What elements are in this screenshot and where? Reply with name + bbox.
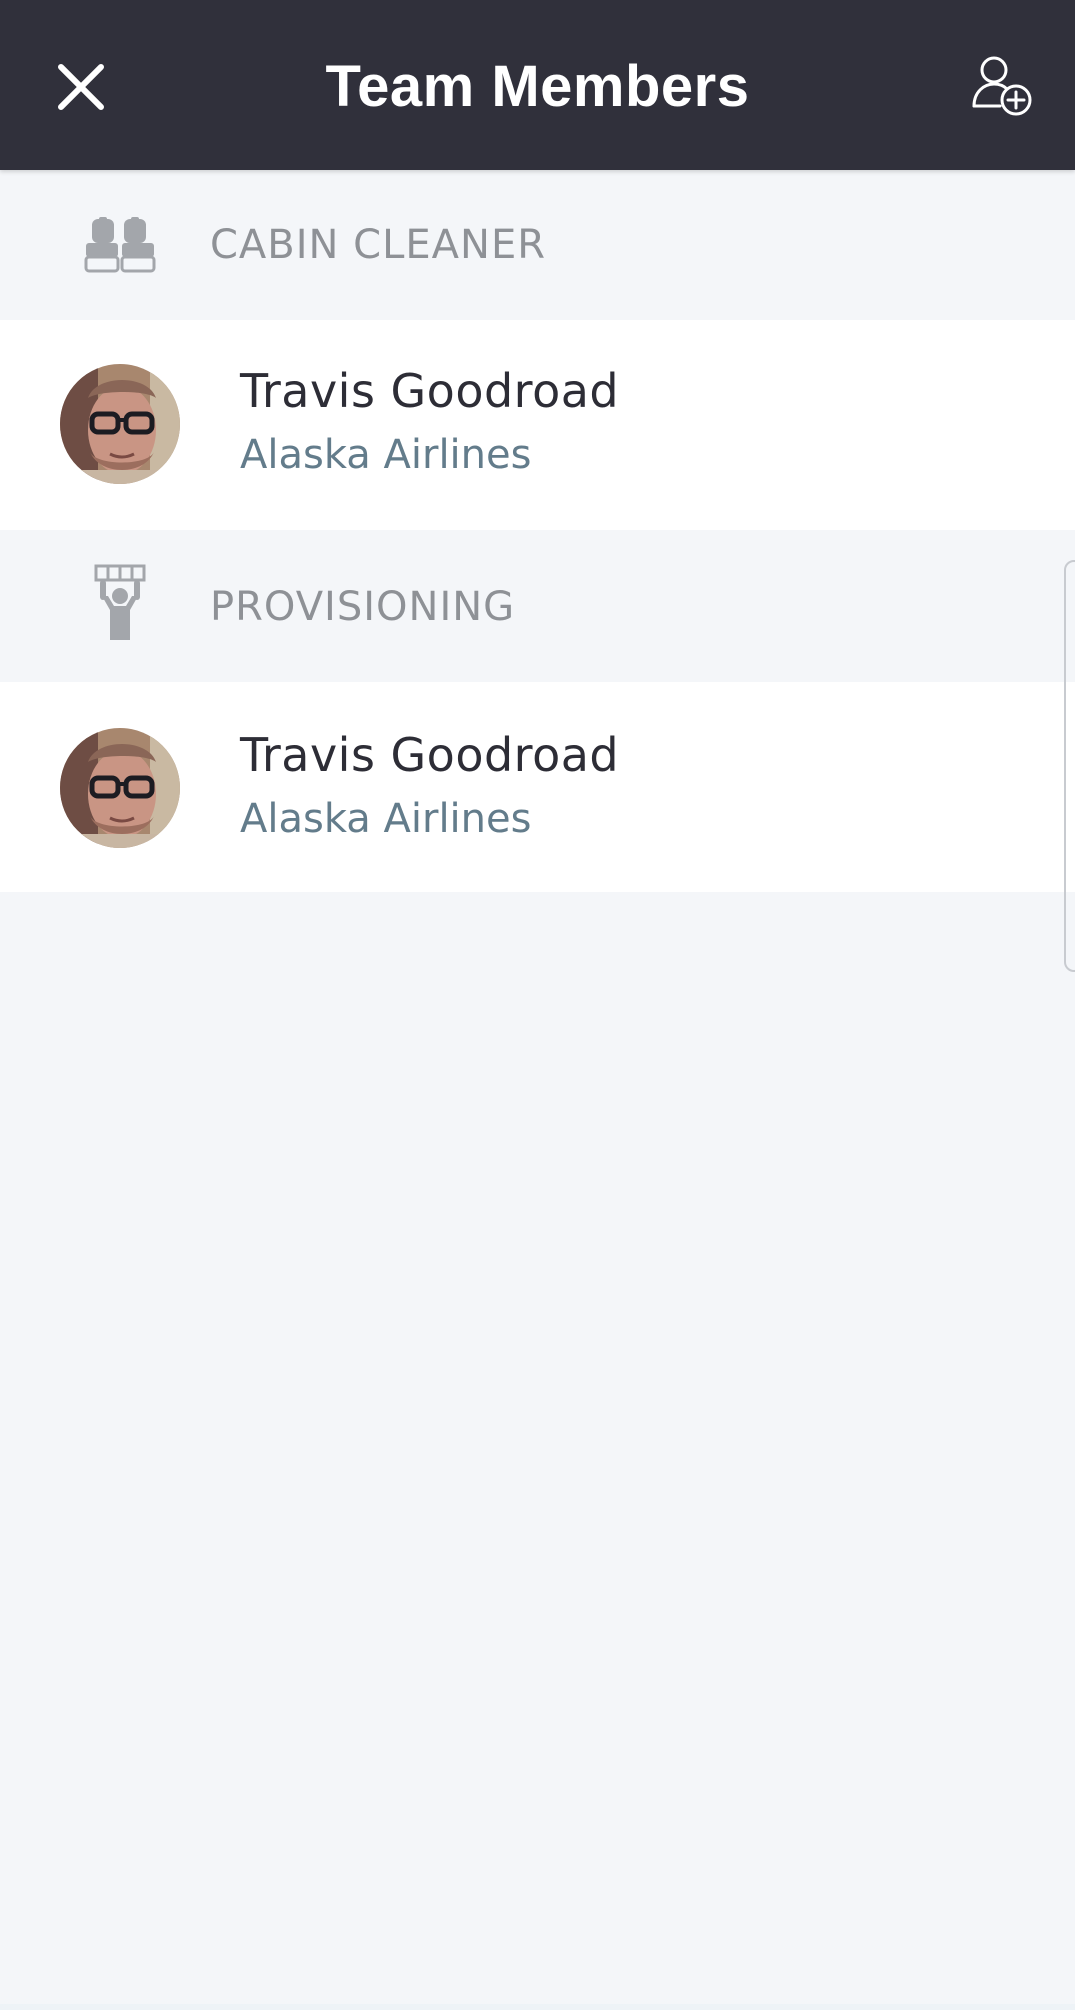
member-row[interactable]: Travis Goodroad Alaska Airlines [0,320,1075,530]
add-user-icon [972,56,1032,116]
provisioning-icon [80,562,160,642]
side-panel-handle[interactable] [1064,560,1075,972]
member-name: Travis Goodroad [240,364,620,418]
member-organization: Alaska Airlines [240,796,532,842]
member-organization: Alaska Airlines [240,432,532,478]
avatar [60,364,180,484]
member-name: Travis Goodroad [240,728,620,782]
app-header: Team Members [0,0,1075,170]
page-title: Team Members [325,54,750,119]
section-label: CABIN CLEANER [210,222,547,268]
section-header-cabin-cleaner: CABIN CLEANER [0,170,1075,320]
section-label: PROVISIONING [210,584,516,630]
seats-icon [80,205,160,285]
avatar [60,728,180,848]
close-button[interactable] [48,50,114,124]
add-team-member-button[interactable] [966,50,1038,122]
member-row[interactable]: Travis Goodroad Alaska Airlines [0,682,1075,892]
close-icon [58,64,104,110]
section-header-provisioning: PROVISIONING [0,530,1075,682]
bottom-divider [0,2004,1075,2010]
